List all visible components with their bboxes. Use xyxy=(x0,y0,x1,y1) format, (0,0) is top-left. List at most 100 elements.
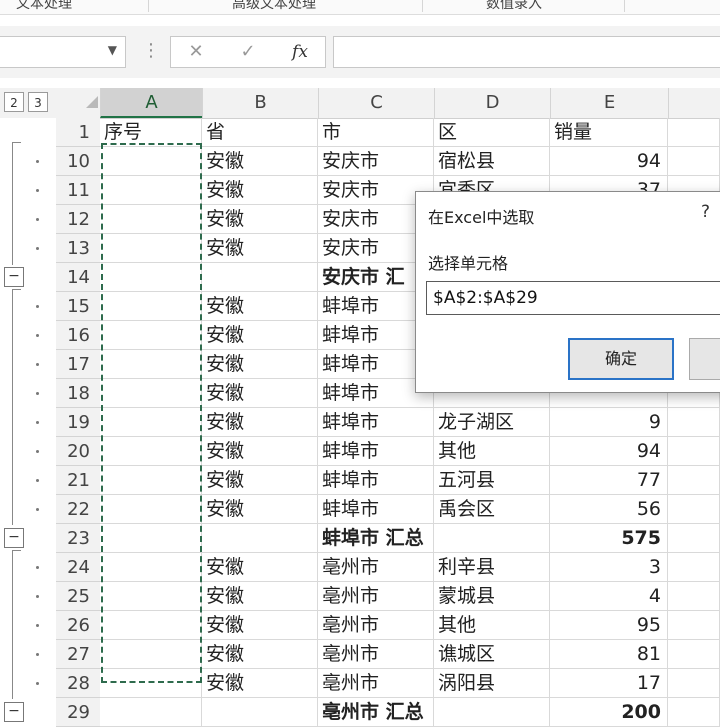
cell-b18[interactable]: 安徽 xyxy=(202,379,318,408)
cell-f29[interactable] xyxy=(668,698,720,727)
cell-c19[interactable]: 蚌埠市 xyxy=(318,408,434,437)
cell-f27[interactable] xyxy=(668,640,720,669)
column-header-e[interactable]: E xyxy=(550,88,668,118)
cell-a22[interactable] xyxy=(100,495,202,524)
cell-b24[interactable]: 安徽 xyxy=(202,553,318,582)
cell-a1[interactable]: 序号 xyxy=(100,118,202,147)
cell-c1[interactable]: 市 xyxy=(318,118,434,147)
column-header-c[interactable]: C xyxy=(318,88,434,118)
cell-f19[interactable] xyxy=(668,408,720,437)
cell-d10[interactable]: 宿松县 xyxy=(434,147,550,176)
cell-e1[interactable]: 销量 xyxy=(550,118,668,147)
cell-d24[interactable]: 利辛县 xyxy=(434,553,550,582)
cell-b19[interactable]: 安徽 xyxy=(202,408,318,437)
cell-a10[interactable] xyxy=(100,147,202,176)
row-number[interactable]: 20 xyxy=(56,437,100,466)
cell-e21[interactable]: 77 xyxy=(550,466,668,495)
cell-e20[interactable]: 94 xyxy=(550,437,668,466)
cell-a21[interactable] xyxy=(100,466,202,495)
row-number[interactable]: 17 xyxy=(56,350,100,379)
cell-b14[interactable] xyxy=(202,263,318,292)
cell-b25[interactable]: 安徽 xyxy=(202,582,318,611)
insert-function-icon[interactable]: fx xyxy=(275,37,325,67)
formula-input[interactable] xyxy=(333,36,720,68)
cell-a23[interactable] xyxy=(100,524,202,553)
cell-f26[interactable] xyxy=(668,611,720,640)
column-header-d[interactable]: D xyxy=(434,88,550,118)
row-number[interactable]: 16 xyxy=(56,321,100,350)
row-number[interactable]: 27 xyxy=(56,640,100,669)
ribbon-tab-advanced-text[interactable]: 高级文本处理 xyxy=(232,0,316,13)
cell-c26[interactable]: 亳州市 xyxy=(318,611,434,640)
cell-a25[interactable] xyxy=(100,582,202,611)
cell-a14[interactable] xyxy=(100,263,202,292)
collapse-group-icon[interactable]: − xyxy=(4,528,24,548)
collapse-group-icon[interactable]: − xyxy=(4,702,24,722)
cell-f23[interactable] xyxy=(668,524,720,553)
cell-b13[interactable]: 安徽 xyxy=(202,234,318,263)
cell-a26[interactable] xyxy=(100,611,202,640)
cell-d1[interactable]: 区 xyxy=(434,118,550,147)
cell-b16[interactable]: 安徽 xyxy=(202,321,318,350)
cell-c28[interactable]: 亳州市 xyxy=(318,669,434,698)
cell-d27[interactable]: 谯城区 xyxy=(434,640,550,669)
row-number[interactable]: 19 xyxy=(56,408,100,437)
column-header-a[interactable]: A xyxy=(100,88,202,118)
dropdown-arrow-icon[interactable]: ▼ xyxy=(108,43,117,57)
cell-e22[interactable]: 56 xyxy=(550,495,668,524)
cell-a13[interactable] xyxy=(100,234,202,263)
cell-d25[interactable]: 蒙城县 xyxy=(434,582,550,611)
cell-c20[interactable]: 蚌埠市 xyxy=(318,437,434,466)
cell-e28[interactable]: 17 xyxy=(550,669,668,698)
cell-b21[interactable]: 安徽 xyxy=(202,466,318,495)
cell-a20[interactable] xyxy=(100,437,202,466)
cell-a12[interactable] xyxy=(100,205,202,234)
row-number[interactable]: 28 xyxy=(56,669,100,698)
select-all-corner-icon[interactable] xyxy=(86,96,98,108)
ok-button[interactable]: 确定 xyxy=(568,338,674,380)
cell-f21[interactable] xyxy=(668,466,720,495)
cell-c23[interactable]: 蚌埠市 汇总 xyxy=(318,524,434,553)
name-box[interactable]: ▼ xyxy=(0,36,126,68)
cell-d19[interactable]: 龙子湖区 xyxy=(434,408,550,437)
cell-a19[interactable] xyxy=(100,408,202,437)
range-input[interactable]: $A$2:$A$29 xyxy=(426,281,720,315)
cell-e10[interactable]: 94 xyxy=(550,147,668,176)
row-number[interactable]: 24 xyxy=(56,553,100,582)
row-number[interactable]: 23 xyxy=(56,524,100,553)
column-header-f[interactable] xyxy=(668,88,720,118)
cell-d20[interactable]: 其他 xyxy=(434,437,550,466)
row-number[interactable]: 13 xyxy=(56,234,100,263)
collapse-group-icon[interactable]: − xyxy=(4,267,24,287)
row-number[interactable]: 1 xyxy=(56,118,100,147)
cell-b20[interactable]: 安徽 xyxy=(202,437,318,466)
ribbon-tab-number-entry[interactable]: 数值录入 xyxy=(486,0,542,13)
row-number[interactable]: 15 xyxy=(56,292,100,321)
cell-f1[interactable] xyxy=(668,118,720,147)
cell-b29[interactable] xyxy=(202,698,318,727)
cell-b27[interactable]: 安徽 xyxy=(202,640,318,669)
cell-f20[interactable] xyxy=(668,437,720,466)
cell-a28[interactable] xyxy=(100,669,202,698)
row-number[interactable]: 12 xyxy=(56,205,100,234)
cell-b28[interactable]: 安徽 xyxy=(202,669,318,698)
cell-f22[interactable] xyxy=(668,495,720,524)
cell-b26[interactable]: 安徽 xyxy=(202,611,318,640)
cell-b1[interactable]: 省 xyxy=(202,118,318,147)
cell-b11[interactable]: 安徽 xyxy=(202,176,318,205)
cell-d28[interactable]: 涡阳县 xyxy=(434,669,550,698)
row-number[interactable]: 10 xyxy=(56,147,100,176)
cell-e26[interactable]: 95 xyxy=(550,611,668,640)
cell-e24[interactable]: 3 xyxy=(550,553,668,582)
cell-e27[interactable]: 81 xyxy=(550,640,668,669)
column-header-b[interactable]: B xyxy=(202,88,318,118)
row-number[interactable]: 21 xyxy=(56,466,100,495)
cell-f24[interactable] xyxy=(668,553,720,582)
cell-f28[interactable] xyxy=(668,669,720,698)
row-number[interactable]: 14 xyxy=(56,263,100,292)
cell-a27[interactable] xyxy=(100,640,202,669)
outline-level-2-button[interactable]: 2 xyxy=(4,92,24,112)
cell-b10[interactable]: 安徽 xyxy=(202,147,318,176)
cell-a15[interactable] xyxy=(100,292,202,321)
cell-c27[interactable]: 亳州市 xyxy=(318,640,434,669)
